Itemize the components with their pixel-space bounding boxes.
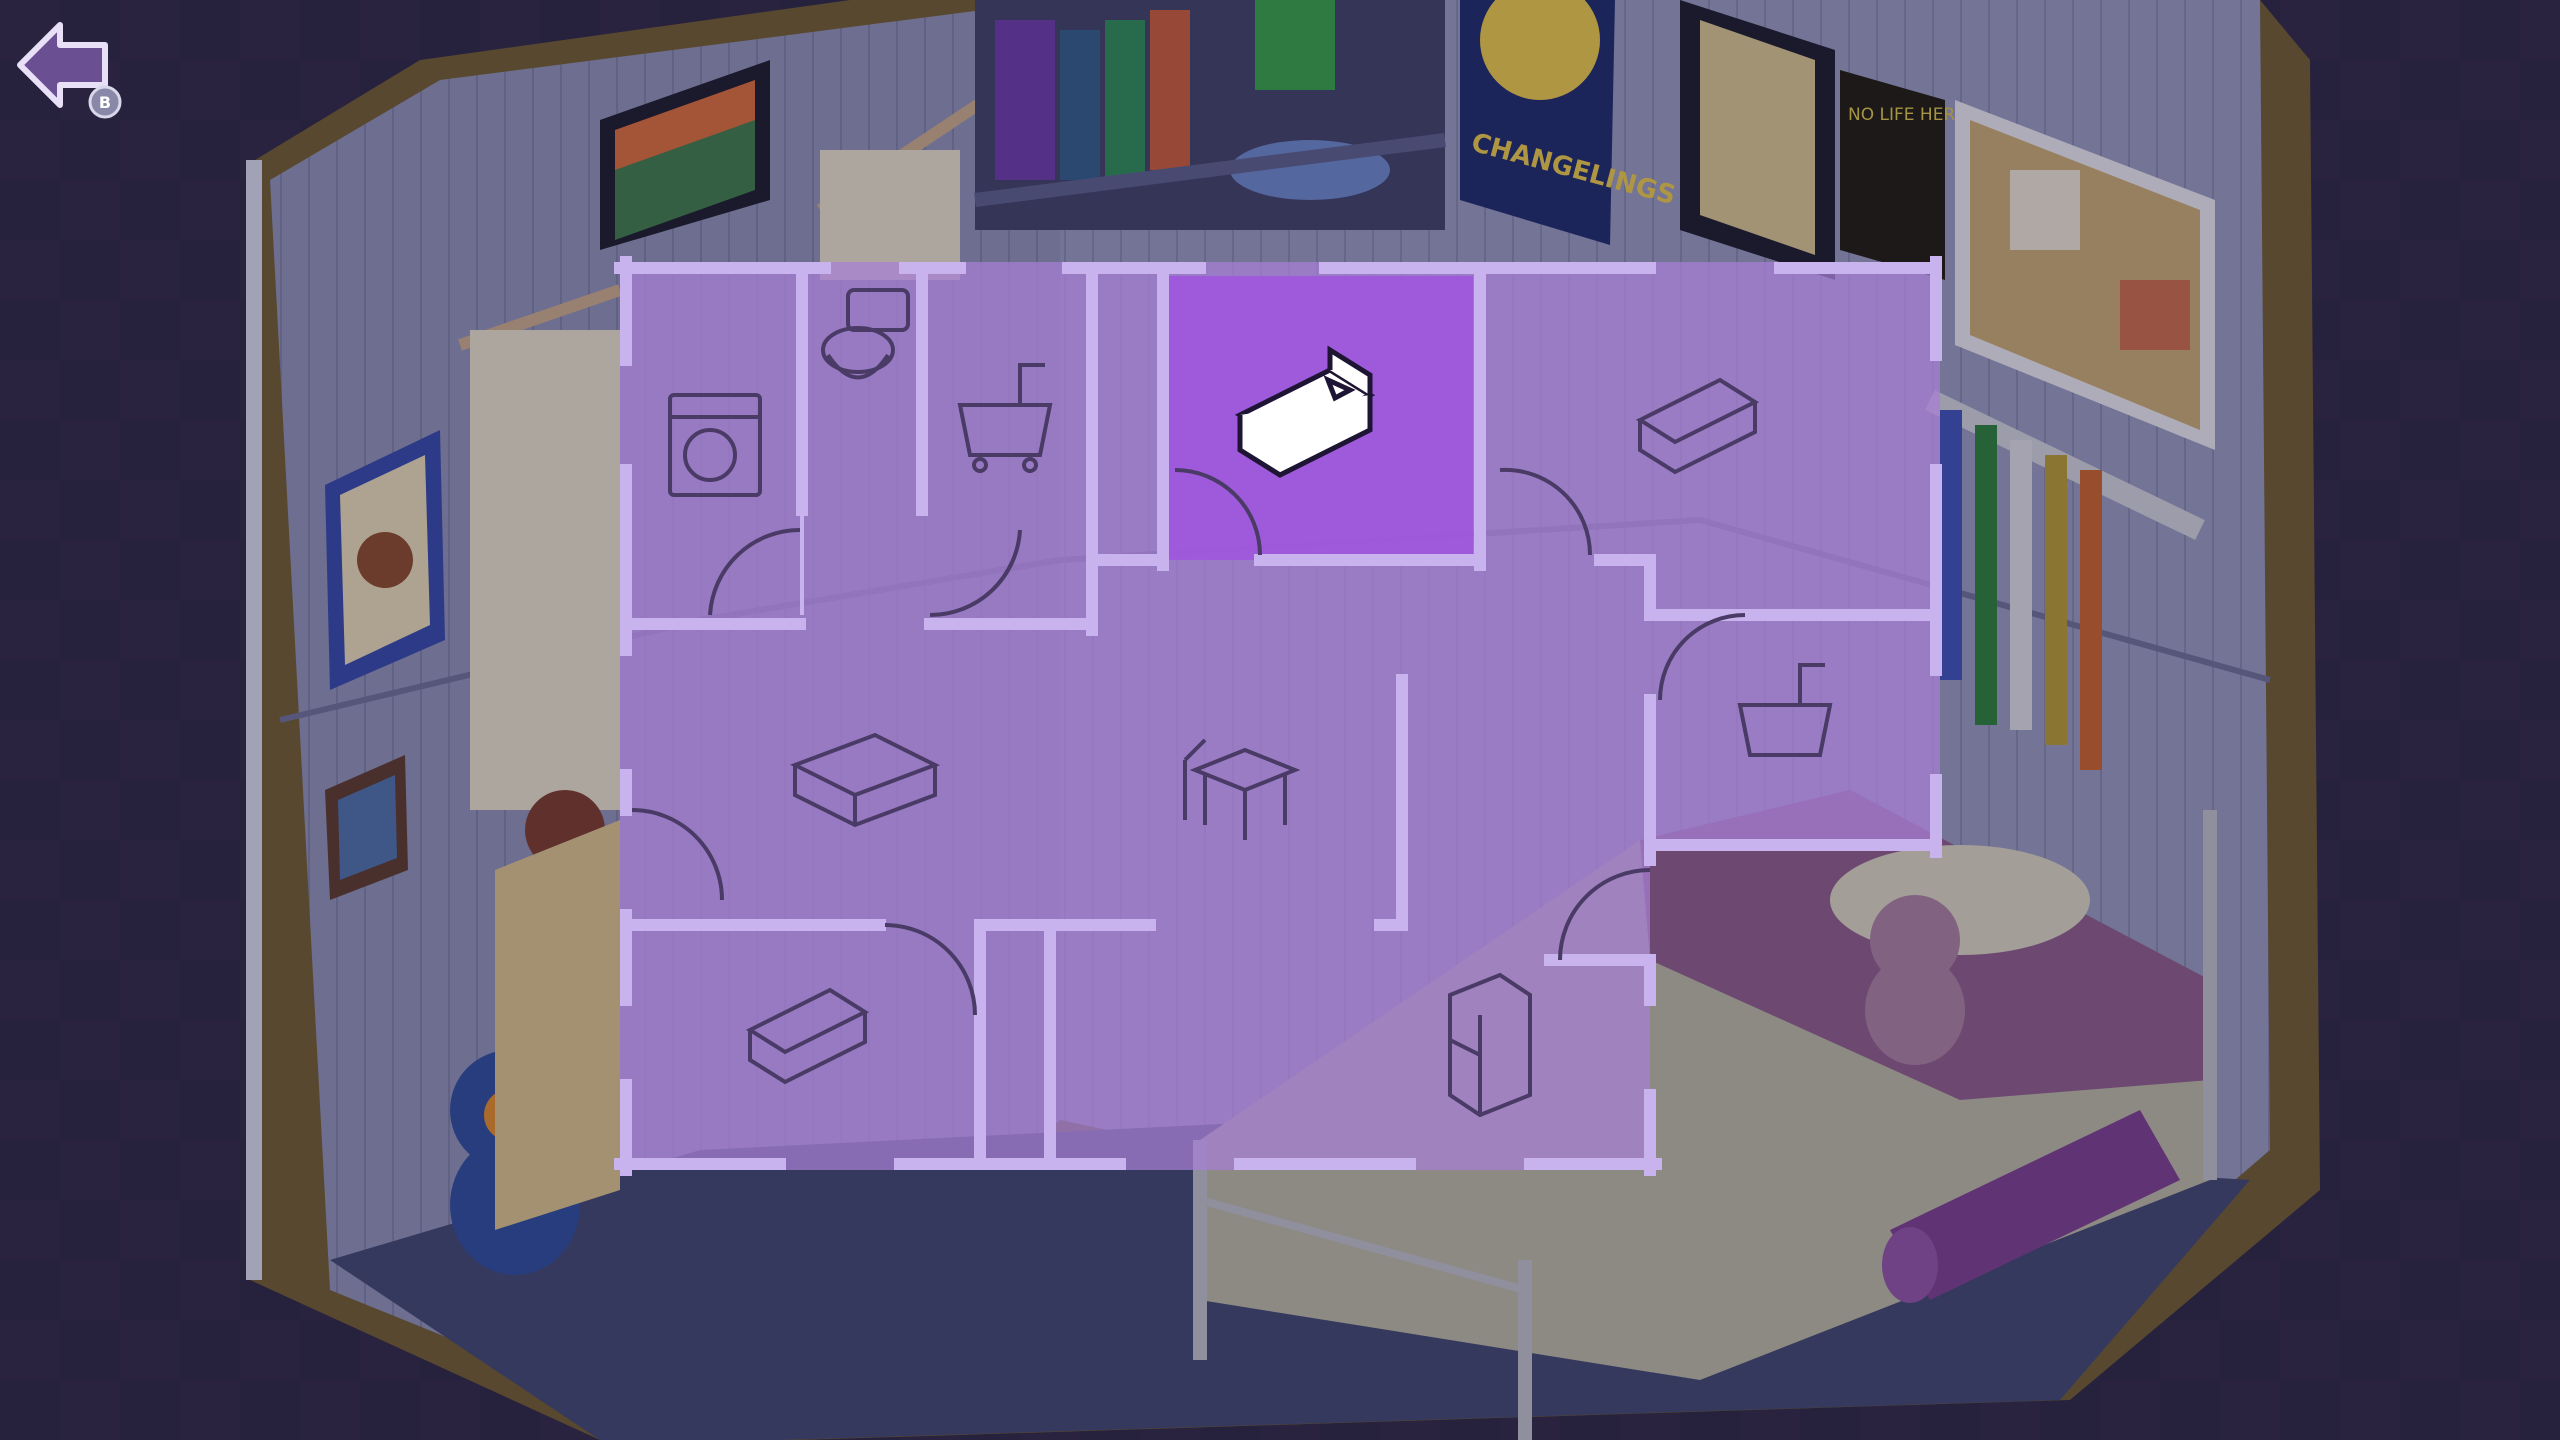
- back-button[interactable]: B: [10, 10, 130, 120]
- game-scene: CHANGELINGS NO LIFE HERE: [0, 0, 2560, 1440]
- room-bedroom-2[interactable]: [1480, 276, 1926, 560]
- room-living-room[interactable]: [632, 640, 1112, 910]
- room-bathroom-2[interactable]: [1650, 620, 1926, 842]
- room-laundry[interactable]: [632, 276, 802, 624]
- back-arrow-icon: B: [17, 22, 122, 119]
- room-dining[interactable]: [1112, 580, 1402, 910]
- button-hint-label: B: [99, 93, 111, 112]
- room-closet[interactable]: [1092, 276, 1162, 560]
- room-hallway[interactable]: [980, 925, 1050, 1161]
